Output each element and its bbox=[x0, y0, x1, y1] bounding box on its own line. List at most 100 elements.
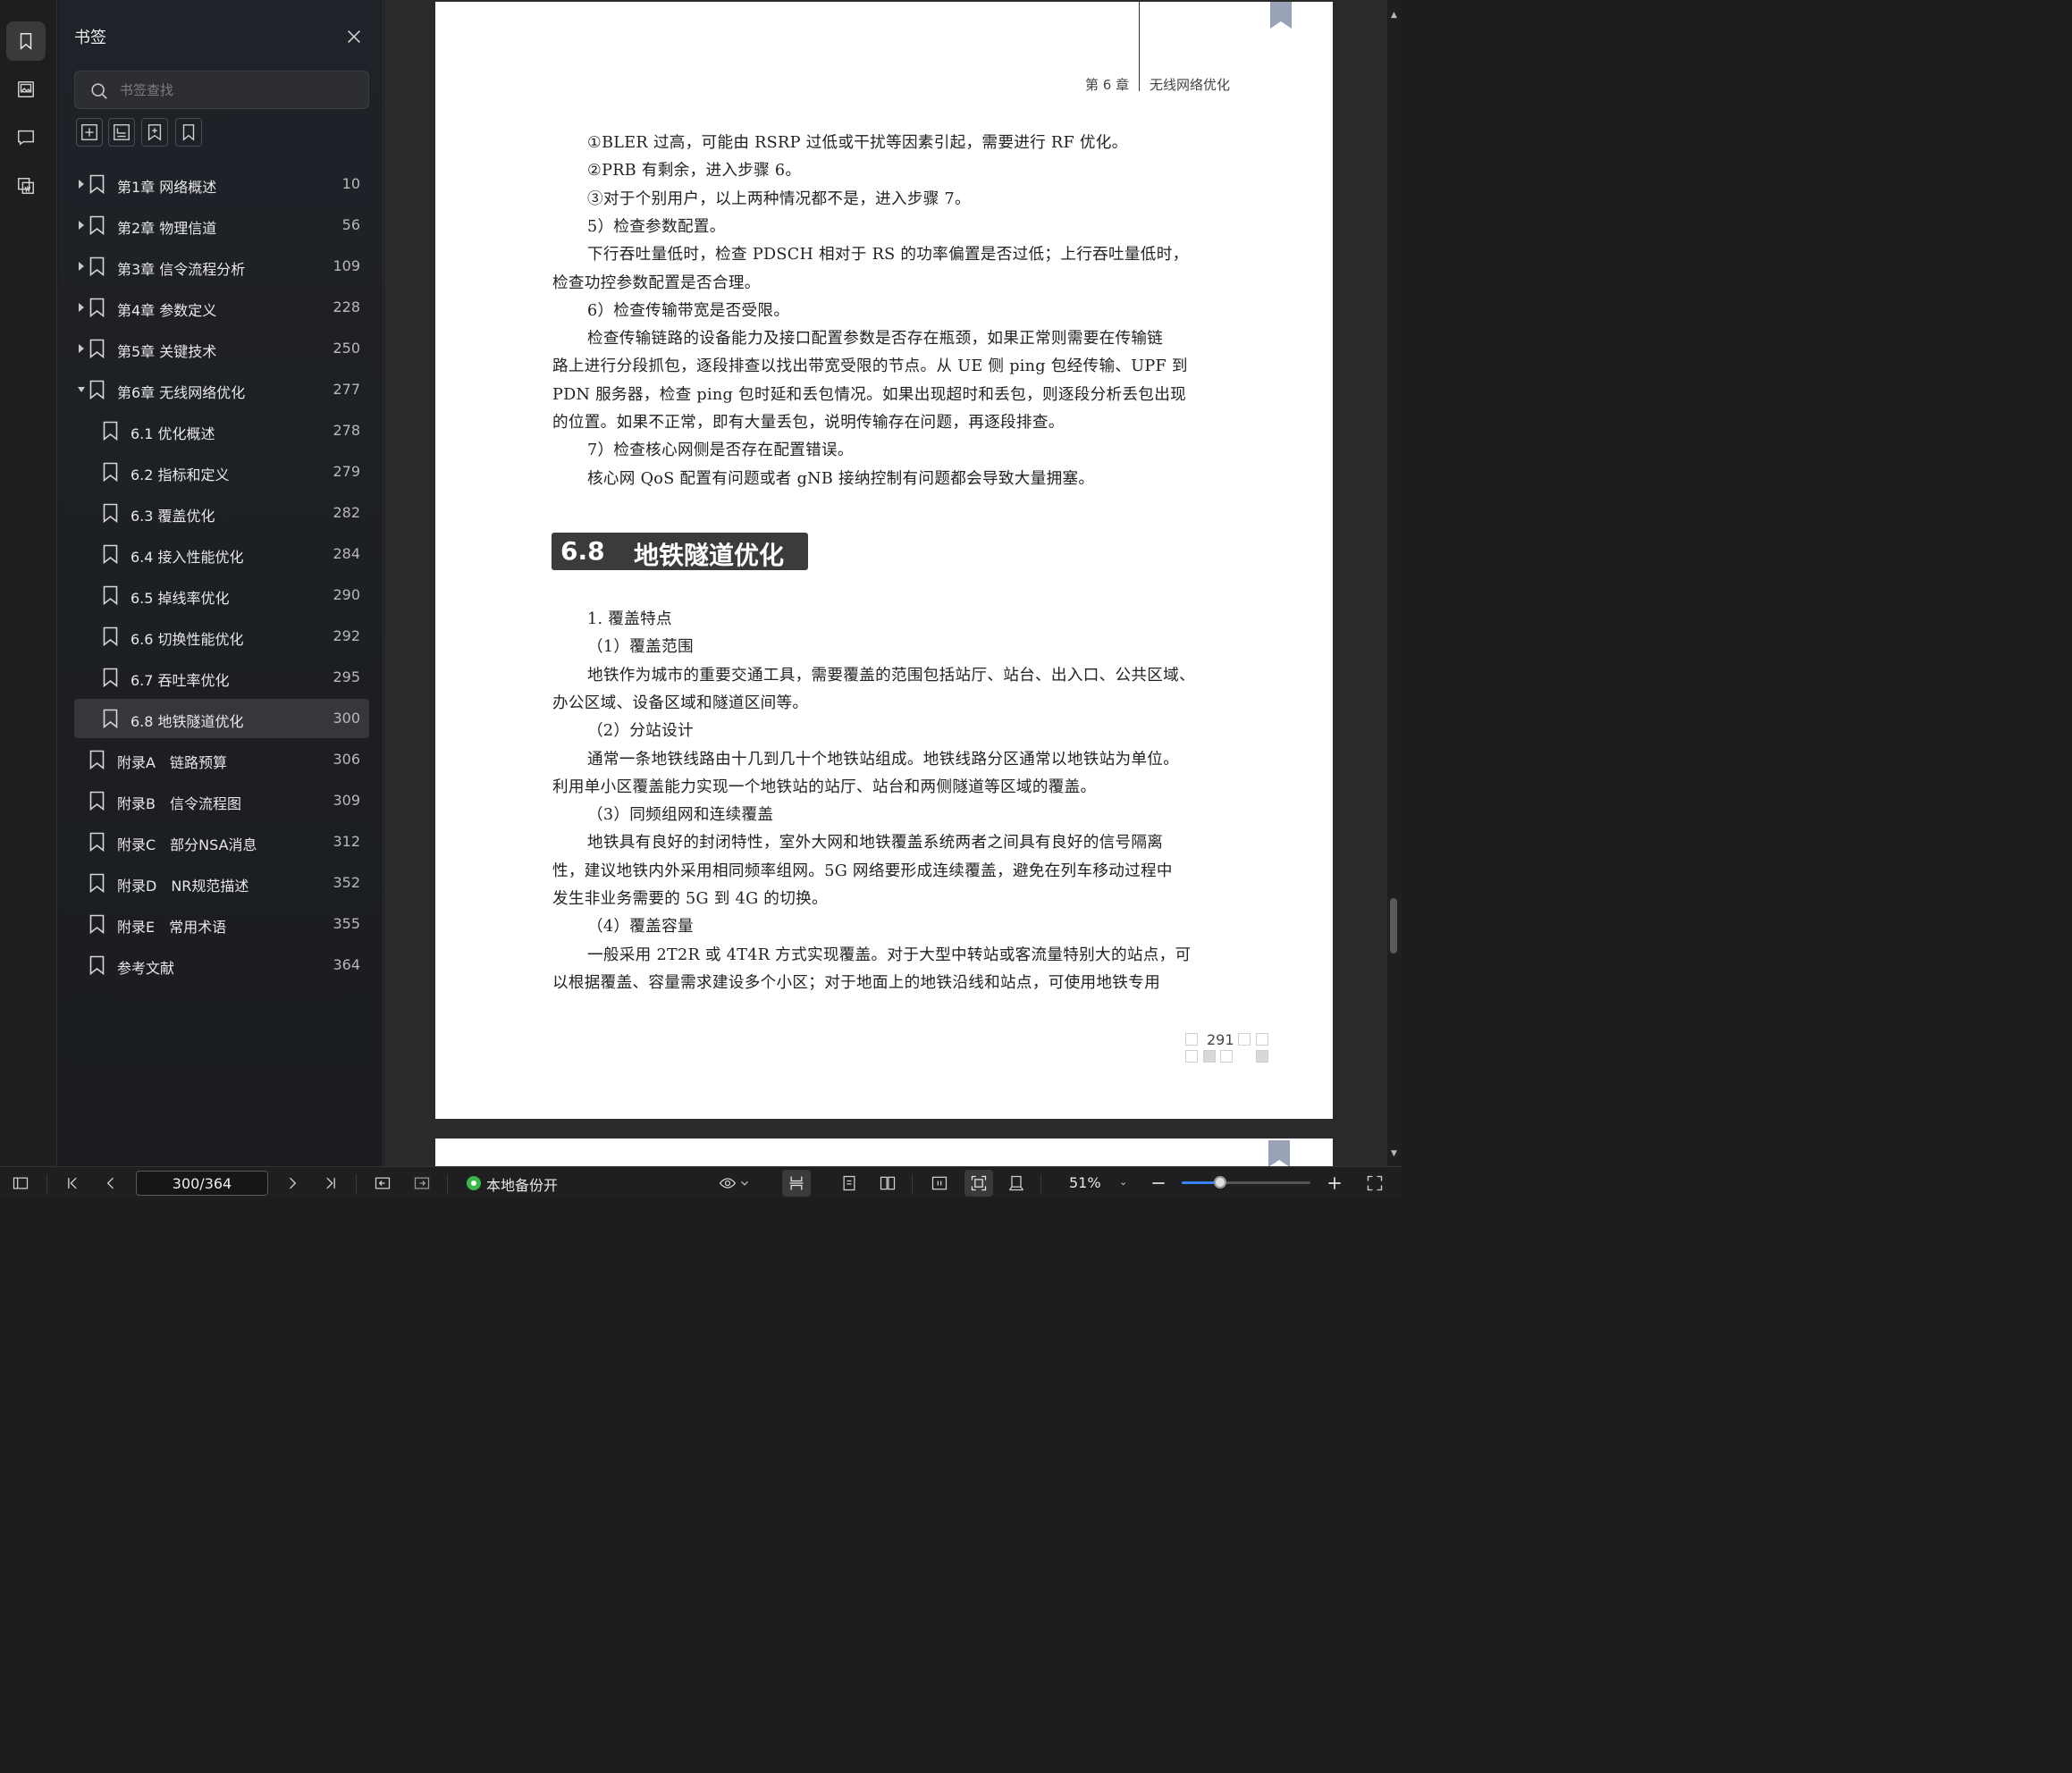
continuous-scroll-button[interactable] bbox=[782, 1170, 811, 1197]
bookmark-page-number: 309 bbox=[333, 792, 360, 809]
collapsed-arrow-icon[interactable] bbox=[78, 221, 85, 230]
bookmark-item[interactable]: 附录D NR规范描述 352 bbox=[74, 863, 369, 903]
next-page-button[interactable] bbox=[282, 1172, 303, 1194]
two-page-icon bbox=[880, 1176, 896, 1190]
bookmark-item[interactable]: 附录C 部分NSA消息 312 bbox=[74, 822, 369, 861]
collapsed-arrow-icon[interactable] bbox=[78, 180, 85, 189]
bookmark-item[interactable]: 参考文献 364 bbox=[74, 945, 369, 985]
bookmark-item[interactable]: 第6章 无线网络优化 277 bbox=[74, 370, 369, 409]
bookmark-item[interactable]: 6.3 覆盖优化 282 bbox=[74, 493, 369, 533]
bookmark-label: 第3章 信令流程分析 bbox=[117, 261, 246, 278]
bookmark-item[interactable]: 6.2 指标和定义 279 bbox=[74, 452, 369, 492]
remove-bookmark-button[interactable] bbox=[175, 118, 202, 147]
bookmark-page-number: 278 bbox=[333, 422, 360, 439]
fit-page-icon bbox=[971, 1175, 987, 1191]
toolbar-divider bbox=[912, 1174, 913, 1194]
add-bookmark-button[interactable] bbox=[76, 118, 103, 147]
bookmark-item[interactable]: 附录E 常用术语 355 bbox=[74, 904, 369, 944]
page-number-input[interactable] bbox=[136, 1171, 268, 1196]
bookmark-page-number: 306 bbox=[333, 751, 360, 768]
bookmark-icon bbox=[103, 585, 118, 605]
actual-size-button[interactable] bbox=[929, 1172, 950, 1194]
scroll-down-arrow-icon[interactable]: ▼ bbox=[1391, 1149, 1397, 1158]
bookmark-item[interactable]: 6.1 优化概述 278 bbox=[74, 411, 369, 450]
zoom-in-button[interactable] bbox=[1324, 1172, 1345, 1194]
collapsed-arrow-icon[interactable] bbox=[78, 262, 85, 271]
scrollbar-thumb[interactable] bbox=[1390, 898, 1397, 954]
go-forward-button[interactable] bbox=[411, 1172, 433, 1194]
bookmark-page-number: 292 bbox=[333, 627, 360, 644]
zoom-dropdown-chevron-icon[interactable]: ⌄ bbox=[1119, 1176, 1127, 1188]
page-bookmark-ribbon-icon[interactable] bbox=[1268, 1140, 1290, 1166]
fullscreen-icon bbox=[1367, 1175, 1383, 1191]
continuous-scroll-icon bbox=[789, 1176, 804, 1190]
bookmark-icon bbox=[103, 626, 118, 646]
fullscreen-button[interactable] bbox=[1364, 1172, 1386, 1194]
bookmark-item[interactable]: 第3章 信令流程分析 109 bbox=[74, 247, 369, 286]
go-back-button[interactable] bbox=[372, 1172, 393, 1194]
two-page-button[interactable] bbox=[877, 1172, 898, 1194]
collapsed-arrow-icon[interactable] bbox=[78, 303, 85, 312]
thumbnails-panel-button[interactable] bbox=[6, 70, 46, 109]
vertical-scrollbar[interactable]: ▲ ▼ bbox=[1387, 0, 1402, 1166]
bookmark-item[interactable]: 附录A 链路预算 306 bbox=[74, 740, 369, 779]
bookmark-icon bbox=[89, 380, 105, 399]
bookmark-item[interactable]: 第2章 物理信道 56 bbox=[74, 206, 369, 245]
add-child-bookmark-button[interactable] bbox=[108, 118, 135, 147]
last-page-button[interactable] bbox=[320, 1172, 341, 1194]
bookmark-label: 第6章 无线网络优化 bbox=[117, 384, 246, 401]
bookmark-item[interactable]: 第5章 关键技术 250 bbox=[74, 329, 369, 368]
bookmark-icon bbox=[89, 873, 105, 893]
page-decoration bbox=[1185, 1050, 1198, 1063]
close-icon[interactable] bbox=[344, 27, 364, 46]
eye-comfort-button[interactable] bbox=[717, 1172, 738, 1194]
zoom-slider-thumb[interactable] bbox=[1214, 1176, 1226, 1189]
zoom-level-label[interactable]: 51% bbox=[1069, 1174, 1101, 1191]
bookmark-page-number: 109 bbox=[333, 257, 360, 274]
first-page-button[interactable] bbox=[62, 1172, 83, 1194]
bookmark-item[interactable]: 6.8 地铁隧道优化 300 bbox=[74, 699, 369, 738]
bookmark-page-number: 355 bbox=[333, 915, 360, 932]
bookmark-item[interactable]: 第4章 参数定义 228 bbox=[74, 288, 369, 327]
expanded-arrow-icon[interactable] bbox=[78, 385, 85, 394]
bookmark-item[interactable]: 附录B 信令流程图 309 bbox=[74, 781, 369, 820]
bookmark-item[interactable]: 6.5 掉线率优化 290 bbox=[74, 576, 369, 615]
collapsed-arrow-icon[interactable] bbox=[78, 344, 85, 353]
backup-status-label[interactable]: 本地备份开 bbox=[486, 1173, 558, 1195]
chevron-down-icon[interactable] bbox=[738, 1172, 751, 1194]
fit-page-button[interactable] bbox=[964, 1170, 993, 1197]
comments-panel-button[interactable] bbox=[6, 118, 46, 157]
backup-status-icon[interactable] bbox=[467, 1176, 481, 1190]
previous-page-button[interactable] bbox=[100, 1172, 122, 1194]
bookmark-label: 6.4 接入性能优化 bbox=[131, 549, 244, 566]
bookmark-item[interactable]: 6.6 切换性能优化 292 bbox=[74, 617, 369, 656]
bookmark-icon bbox=[89, 832, 105, 852]
text-line: （4）覆盖容量 bbox=[587, 918, 694, 937]
bookmark-label: 第4章 参数定义 bbox=[117, 302, 217, 319]
sidebar-title: 书签 bbox=[74, 29, 106, 47]
bookmark-search-input[interactable] bbox=[120, 79, 361, 102]
bookmark-page-number: 250 bbox=[333, 340, 360, 357]
page-bookmark-ribbon-icon[interactable] bbox=[1270, 2, 1292, 29]
bookmarks-panel-button[interactable] bbox=[6, 21, 46, 61]
zoom-out-button[interactable] bbox=[1148, 1172, 1169, 1194]
attachments-panel-button[interactable] bbox=[6, 166, 46, 206]
bookmark-search-box[interactable] bbox=[74, 71, 369, 109]
bookmark-item[interactable]: 6.4 接入性能优化 284 bbox=[74, 534, 369, 574]
bookmark-icon bbox=[89, 174, 105, 194]
text-line: 一般采用 2T2R 或 4T4R 方式实现覆盖。对于大型中转站或客流量特别大的站… bbox=[587, 945, 1192, 964]
document-viewport[interactable]: 第 6 章 无线网络优化 ①BLER 过高，可能由 RSRP 过低或干扰等因素引… bbox=[384, 0, 1387, 1166]
bookmark-label: 第1章 网络概述 bbox=[117, 179, 217, 196]
single-page-button[interactable] bbox=[838, 1172, 860, 1194]
bookmark-item[interactable]: 第1章 网络概述 10 bbox=[74, 164, 369, 204]
bookmark-item[interactable]: 6.7 吞吐率优化 295 bbox=[74, 658, 369, 697]
section-number: 6.8 bbox=[560, 536, 605, 566]
bookmark-sidebar: 书签 第1章 网络概述 10 第2章 物理信道 56 第3章 信令流程分析 109 第4章 … bbox=[58, 0, 383, 1166]
scroll-up-arrow-icon[interactable]: ▲ bbox=[1391, 11, 1397, 20]
actual-size-icon bbox=[931, 1176, 948, 1190]
bookmark-current-button[interactable] bbox=[141, 118, 168, 147]
fit-width-button[interactable] bbox=[1006, 1172, 1027, 1194]
toggle-sidebar-button[interactable] bbox=[10, 1172, 31, 1194]
bookmark-icon bbox=[89, 298, 105, 317]
toolbar-divider bbox=[46, 1174, 47, 1194]
